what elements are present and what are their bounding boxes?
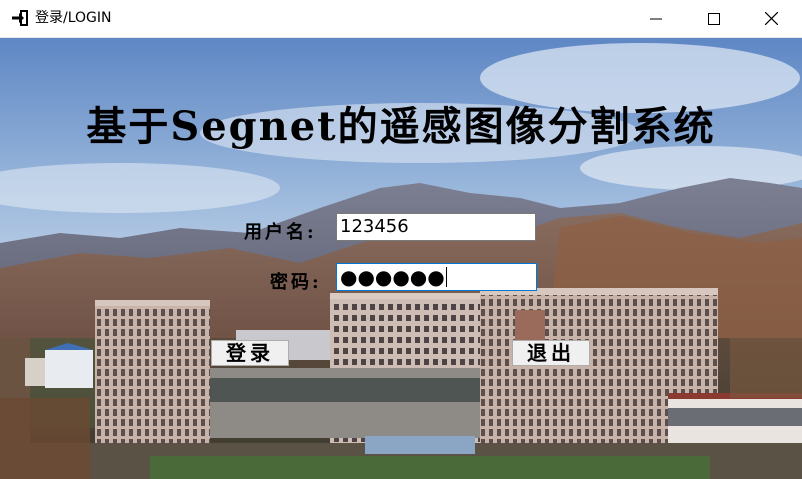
login-panel: 基于Segnet的遥感图像分割系统 用户名: 123456 密码: ●●●●●●…: [0, 38, 802, 479]
close-icon: [764, 12, 778, 25]
password-mask: ●●●●●●: [340, 265, 445, 289]
title-bar: 登录/LOGIN: [0, 0, 802, 38]
login-button[interactable]: 登录: [211, 340, 289, 366]
text-caret: [445, 267, 447, 287]
maximize-button[interactable]: [685, 0, 743, 37]
exit-button[interactable]: 退出: [512, 340, 590, 366]
close-button[interactable]: [742, 0, 800, 37]
username-input[interactable]: 123456: [336, 213, 536, 241]
login-icon: [11, 9, 29, 27]
maximize-icon: [708, 12, 720, 25]
username-label: 用户名:: [244, 222, 317, 243]
window-title: 登录/LOGIN: [35, 10, 112, 26]
minimize-icon: [650, 13, 662, 25]
app-title: 基于Segnet的遥感图像分割系统: [86, 103, 716, 150]
username-value: 123456: [340, 216, 409, 237]
password-input[interactable]: ●●●●●●: [336, 263, 537, 291]
minimize-button[interactable]: [627, 0, 685, 37]
password-label: 密码:: [270, 272, 322, 293]
login-window: 登录/LOGIN 基于Segnet的遥感图像分割系统 用户名: 123456 密…: [0, 0, 802, 479]
